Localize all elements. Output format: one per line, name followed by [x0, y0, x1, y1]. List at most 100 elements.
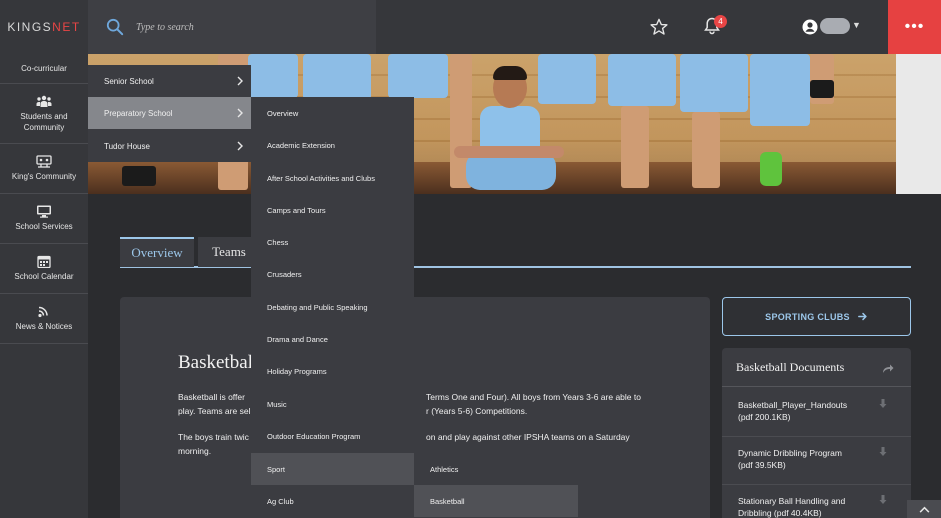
- user-menu[interactable]: ▼: [802, 17, 862, 37]
- document-size: (pdf 200.1KB): [738, 412, 791, 422]
- hero-player-shorts: [303, 54, 371, 100]
- sidebar: Co-curricular Students and Community Kin…: [0, 54, 88, 518]
- basketball-documents-panel: Basketball Documents Basketball_Player_H…: [722, 348, 911, 518]
- hero-wall-panel: [896, 54, 941, 194]
- download-icon[interactable]: [879, 399, 887, 409]
- sidebar-item-label: Students and Community: [20, 111, 68, 132]
- document-separator: [722, 484, 911, 485]
- sidebar-item-students-and-community[interactable]: Students and Community: [0, 84, 88, 144]
- menu-item-chess[interactable]: Chess: [251, 226, 414, 258]
- sidebar-item-label: Co-curricular: [21, 64, 67, 73]
- body-text-fragment: play. Teams are sel: [178, 406, 251, 416]
- preparatory-school-menu: Overview Academic Extension After School…: [251, 97, 414, 518]
- hero-player-shorts: [680, 54, 748, 112]
- menu-item-crusaders[interactable]: Crusaders: [251, 258, 414, 290]
- hero-player-shorts: [538, 54, 596, 104]
- community-icon: [36, 155, 52, 168]
- logo-prefix: KINGS: [7, 20, 53, 34]
- user-avatar-icon: [802, 19, 818, 35]
- menu-item-preparatory-school[interactable]: Preparatory School: [88, 97, 251, 129]
- hero-boy-hair: [493, 66, 527, 80]
- hero-player-shorts: [608, 54, 676, 106]
- hero-shoe: [122, 166, 156, 186]
- hero-player-shorts: [750, 54, 810, 126]
- sidebar-item-school-services[interactable]: School Services: [0, 194, 88, 244]
- sidebar-item-label: School Services: [15, 222, 73, 231]
- menu-item-athletics[interactable]: Athletics: [414, 453, 578, 485]
- documents-divider: [722, 386, 911, 387]
- hero-player-legs: [621, 106, 649, 188]
- chevron-down-icon: ▼: [852, 20, 861, 30]
- chevron-right-icon: [237, 141, 243, 151]
- menu-item-music[interactable]: Music: [251, 388, 414, 420]
- menu-item-senior-school[interactable]: Senior School: [88, 65, 251, 97]
- menu-item-sport[interactable]: Sport: [251, 453, 414, 485]
- menu-item-holiday-programs[interactable]: Holiday Programs: [251, 355, 414, 387]
- sidebar-item-news-and-notices[interactable]: News & Notices: [0, 294, 88, 344]
- people-icon: [36, 95, 52, 107]
- hero-player-shorts: [248, 54, 298, 98]
- menu-item-camps-and-tours[interactable]: Camps and Tours: [251, 194, 414, 226]
- document-name: Stationary Ball Handling and: [738, 496, 846, 506]
- menu-item-ag-club[interactable]: Ag Club: [251, 485, 414, 517]
- document-link[interactable]: Stationary Ball Handling and Dribbling (…: [738, 495, 868, 518]
- chevron-right-icon: [237, 108, 243, 118]
- sidebar-item-label: King's Community: [11, 172, 77, 181]
- menu-item-label: Preparatory School: [104, 108, 173, 118]
- menu-item-after-school-activities[interactable]: After School Activities and Clubs: [251, 162, 414, 194]
- sidebar-item-label: School Calendar: [14, 272, 74, 281]
- menu-item-drama-and-dance[interactable]: Drama and Dance: [251, 323, 414, 355]
- document-link[interactable]: Basketball_Player_Handouts (pdf 200.1KB): [738, 399, 868, 423]
- chevron-up-icon: [919, 506, 929, 513]
- documents-title: Basketball Documents: [736, 360, 845, 374]
- top-bar: KINGSNET 4 ▼ •••: [0, 0, 941, 54]
- menu-item-label: Senior School: [104, 76, 154, 86]
- arrow-right-icon: [857, 312, 867, 321]
- sidebar-item-co-curricular[interactable]: Co-curricular: [0, 54, 88, 84]
- sidebar-item-label: News & Notices: [15, 322, 73, 331]
- sport-menu: Athletics Basketball: [414, 453, 578, 518]
- favorite-star-icon[interactable]: [650, 18, 668, 36]
- logo-suffix: NET: [52, 20, 81, 34]
- body-text-fragment: morning.: [178, 446, 212, 456]
- tab-overview[interactable]: Overview: [120, 237, 194, 267]
- body-text-fragment: r (Years 5-6) Competitions.: [426, 406, 528, 416]
- sporting-clubs-button[interactable]: SPORTING CLUBS: [722, 297, 911, 336]
- menu-item-overview[interactable]: Overview: [251, 97, 414, 129]
- document-link[interactable]: Dynamic Dribbling Program (pdf 39.5KB): [738, 447, 868, 471]
- menu-item-outdoor-education[interactable]: Outdoor Education Program: [251, 420, 414, 452]
- calendar-icon: [37, 255, 51, 268]
- menu-item-tudor-house[interactable]: Tudor House: [88, 130, 251, 162]
- document-name: Basketball_Player_Handouts: [738, 400, 848, 410]
- sidebar-item-school-calendar[interactable]: School Calendar: [0, 244, 88, 294]
- more-options-button[interactable]: •••: [888, 0, 941, 54]
- hero-player-shorts: [388, 54, 448, 98]
- menu-item-basketball[interactable]: Basketball: [414, 485, 578, 517]
- notification-count-badge: 4: [714, 15, 727, 28]
- hero-player-legs: [692, 112, 720, 188]
- body-text-fragment: Terms One and Four). All boys from Years…: [426, 392, 641, 402]
- menu-item-debating[interactable]: Debating and Public Speaking: [251, 291, 414, 323]
- document-size: Dribbling (pdf 40.4KB): [738, 508, 822, 518]
- page-title: Basketbal: [178, 352, 253, 373]
- search-input[interactable]: [136, 21, 336, 33]
- download-icon[interactable]: [879, 495, 887, 505]
- search-bar: [88, 0, 376, 54]
- content-tabs: Overview Teams: [120, 237, 911, 268]
- schools-menu: Senior School Preparatory School Tudor H…: [88, 65, 251, 162]
- user-name-redacted: [820, 18, 850, 34]
- document-separator: [722, 436, 911, 437]
- menu-item-academic-extension[interactable]: Academic Extension: [251, 129, 414, 161]
- sidebar-item-kings-community[interactable]: King's Community: [0, 144, 88, 194]
- hero-shoe: [810, 80, 834, 98]
- share-icon[interactable]: [882, 362, 894, 374]
- kingsnet-logo[interactable]: KINGS NET: [0, 0, 88, 54]
- download-icon[interactable]: [879, 447, 887, 457]
- search-icon[interactable]: [106, 18, 124, 36]
- document-size: (pdf 39.5KB): [738, 460, 786, 470]
- body-text-fragment: Basketball is offer: [178, 392, 245, 402]
- scroll-to-top-button[interactable]: [907, 500, 941, 518]
- rss-icon: [38, 306, 48, 318]
- monitor-icon: [37, 205, 51, 218]
- hero-green-shoe: [760, 152, 782, 186]
